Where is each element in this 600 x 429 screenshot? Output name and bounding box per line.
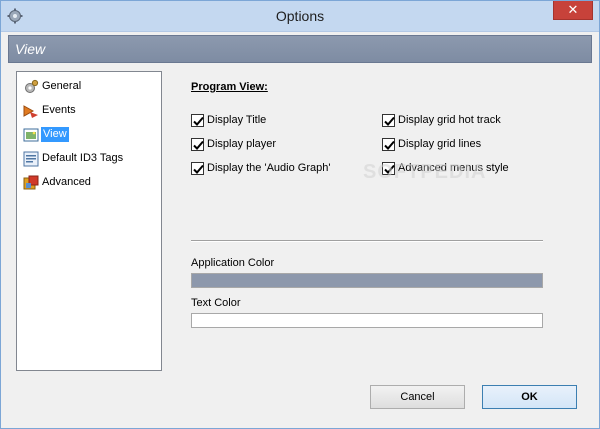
- events-icon: [23, 103, 39, 119]
- page-header: View: [8, 35, 592, 63]
- category-tree[interactable]: General Events View Default ID3 Tags Adv…: [16, 71, 162, 371]
- checkmark-icon: [191, 162, 204, 175]
- text-color-swatch[interactable]: [191, 313, 543, 328]
- cancel-button[interactable]: Cancel: [370, 385, 465, 409]
- checkmark-icon: [382, 138, 395, 151]
- text-color-label: Text Color: [191, 297, 241, 309]
- checkmark-icon: [382, 114, 395, 127]
- advanced-icon: [23, 175, 39, 191]
- ok-button[interactable]: OK: [482, 385, 577, 409]
- watermark: SOFTPEDIA: [363, 161, 487, 183]
- checkmark-icon: [191, 114, 204, 127]
- tree-item-label: Default ID3 Tags: [42, 152, 124, 164]
- tree-item-advanced[interactable]: Advanced: [23, 174, 157, 192]
- tree-item-label: View: [41, 127, 69, 142]
- section-title: Program View:: [191, 81, 268, 93]
- tree-item-general[interactable]: General: [23, 78, 157, 96]
- close-icon: ✕: [567, 2, 579, 17]
- checkbox-label: Display player: [207, 138, 277, 150]
- application-color-label: Application Color: [191, 257, 275, 269]
- page-title: View: [15, 41, 46, 57]
- tags-icon: [23, 151, 39, 167]
- checkbox-label: Display grid lines: [398, 138, 482, 150]
- checkmark-icon: [191, 138, 204, 151]
- checkbox-label: Display the 'Audio Graph': [207, 162, 331, 174]
- separator: [191, 240, 543, 242]
- close-button[interactable]: ✕: [553, 1, 593, 20]
- tree-item-view[interactable]: View: [23, 126, 157, 144]
- gear-icon: [23, 79, 39, 95]
- checkbox-label: Display Title: [207, 114, 267, 126]
- window-title: Options: [275, 8, 325, 24]
- view-icon: [23, 127, 39, 143]
- tree-item-label: Events: [42, 104, 76, 116]
- tree-item-label: General: [42, 80, 82, 92]
- title-bar[interactable]: Options ✕: [1, 1, 599, 32]
- checkbox-label: Display grid hot track: [398, 114, 501, 126]
- tree-item-label: Advanced: [42, 176, 91, 188]
- tree-item-events[interactable]: Events: [23, 102, 157, 120]
- options-window: Options ✕ View General Events View Defau…: [0, 0, 600, 429]
- application-color-swatch[interactable]: [191, 273, 543, 288]
- tree-item-default-id3-tags[interactable]: Default ID3 Tags: [23, 150, 157, 168]
